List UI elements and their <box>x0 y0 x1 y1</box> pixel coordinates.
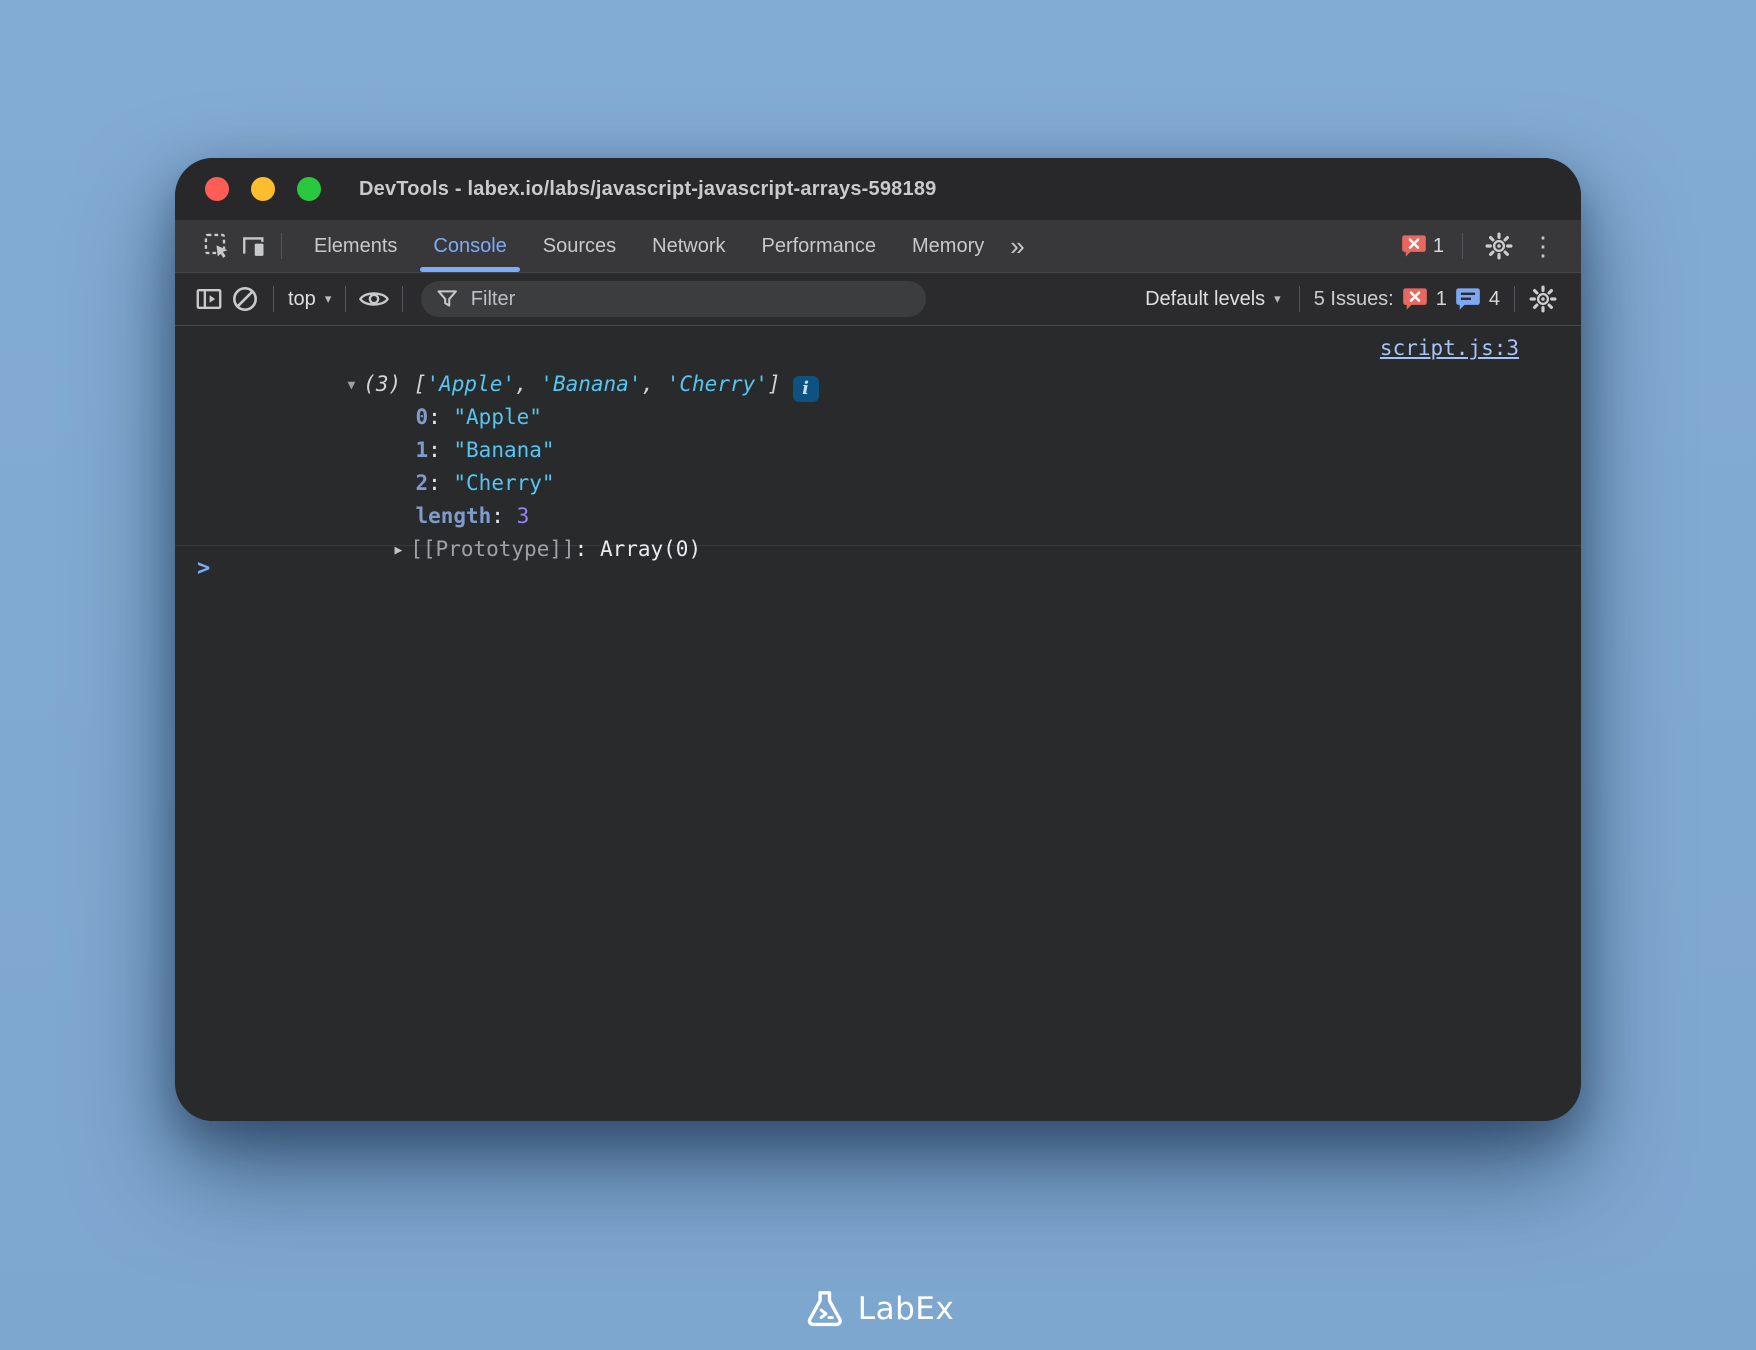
create-live-expression-button[interactable] <box>356 281 392 317</box>
more-tabs-button[interactable]: » <box>1002 220 1032 272</box>
devtools-tab-bar: Elements Console Sources Network Perform… <box>175 220 1581 273</box>
chevron-down-icon: ▾ <box>325 291 332 307</box>
tab-network[interactable]: Network <box>634 220 743 272</box>
issues-error-count: 1 <box>1436 288 1447 311</box>
filter-field[interactable] <box>421 281 926 317</box>
array-preview-row: ▼(3) ['Apple', 'Banana', 'Cherry']i <box>175 335 1581 368</box>
tab-bar-right-controls: 1 ⋮ <box>1401 228 1561 264</box>
eye-icon <box>359 288 389 310</box>
device-toolbar-button[interactable] <box>235 228 271 264</box>
console-settings-button[interactable] <box>1525 281 1561 317</box>
console-toolbar-right: Default levels ▾ 5 Issues: 1 <box>1137 281 1561 317</box>
flask-icon <box>802 1286 848 1332</box>
tab-performance[interactable]: Performance <box>744 220 895 272</box>
panel-tabs: Elements Console Sources Network Perform… <box>296 220 1033 272</box>
console-messages-pane: script.js:3 ▼(3) ['Apple', 'Banana', 'Ch… <box>175 326 1581 1121</box>
console-error-count[interactable]: 1 <box>1401 234 1444 258</box>
gear-icon <box>1485 232 1513 260</box>
inspect-element-button[interactable] <box>199 228 235 264</box>
chevron-down-icon: ▾ <box>1274 291 1281 307</box>
issues-label: 5 Issues: <box>1314 288 1394 311</box>
levels-label: Default levels <box>1145 288 1265 311</box>
minimize-button[interactable] <box>251 177 275 201</box>
filter-input[interactable] <box>471 288 911 311</box>
separator <box>1514 286 1515 312</box>
separator <box>1462 233 1463 259</box>
info-badge[interactable]: i <box>793 376 819 402</box>
context-label: top <box>288 288 316 311</box>
issues-counter[interactable]: 5 Issues: 1 4 <box>1310 287 1504 311</box>
gear-icon <box>1529 285 1557 313</box>
error-count-label: 1 <box>1433 235 1444 258</box>
tab-console[interactable]: Console <box>415 220 524 272</box>
message-bubble-icon <box>1455 287 1481 311</box>
devtools-window: DevTools - labex.io/labs/javascript-java… <box>175 158 1581 1121</box>
brand-text: LabEx <box>858 1291 954 1327</box>
sidebar-panel-icon <box>196 288 222 310</box>
title-bar[interactable]: DevTools - labex.io/labs/javascript-java… <box>175 158 1581 220</box>
clear-icon <box>232 286 258 312</box>
prompt-chevron-icon: > <box>197 556 210 581</box>
console-toolbar: top ▾ Default levels ▾ <box>175 273 1581 326</box>
source-location-link[interactable]: script.js:3 <box>1380 336 1519 360</box>
window-title: DevTools - labex.io/labs/javascript-java… <box>359 178 936 201</box>
close-button[interactable] <box>205 177 229 201</box>
inspect-icon <box>203 232 231 260</box>
console-sidebar-toggle-button[interactable] <box>191 281 227 317</box>
separator <box>402 286 403 312</box>
settings-button[interactable] <box>1481 228 1517 264</box>
tab-elements[interactable]: Elements <box>296 220 415 272</box>
zoom-button[interactable] <box>297 177 321 201</box>
log-levels-selector[interactable]: Default levels ▾ <box>1137 288 1289 311</box>
error-bubble-icon <box>1402 287 1428 311</box>
separator <box>1299 286 1300 312</box>
issues-message-count: 4 <box>1489 288 1500 311</box>
separator <box>345 286 346 312</box>
separator <box>281 233 282 259</box>
device-toolbar-icon <box>239 234 267 258</box>
tab-memory[interactable]: Memory <box>894 220 1002 272</box>
separator <box>273 286 274 312</box>
clear-console-button[interactable] <box>227 281 263 317</box>
tab-sources[interactable]: Sources <box>525 220 634 272</box>
expand-toggle-closed-icon[interactable]: ▶ <box>394 534 402 567</box>
chevron-double-right-icon: » <box>1010 233 1024 259</box>
more-options-button[interactable]: ⋮ <box>1525 228 1561 264</box>
labex-logo: LabEx <box>802 1286 954 1332</box>
kebab-menu-icon: ⋮ <box>1526 233 1560 259</box>
expand-toggle-open-icon[interactable]: ▼ <box>347 369 355 402</box>
error-bubble-icon <box>1401 234 1427 258</box>
javascript-context-selector[interactable]: top ▾ <box>284 288 335 311</box>
console-message: ▼(3) ['Apple', 'Banana', 'Cherry']i 0: "… <box>175 326 1581 546</box>
window-controls <box>205 177 321 201</box>
funnel-icon <box>437 289 457 309</box>
